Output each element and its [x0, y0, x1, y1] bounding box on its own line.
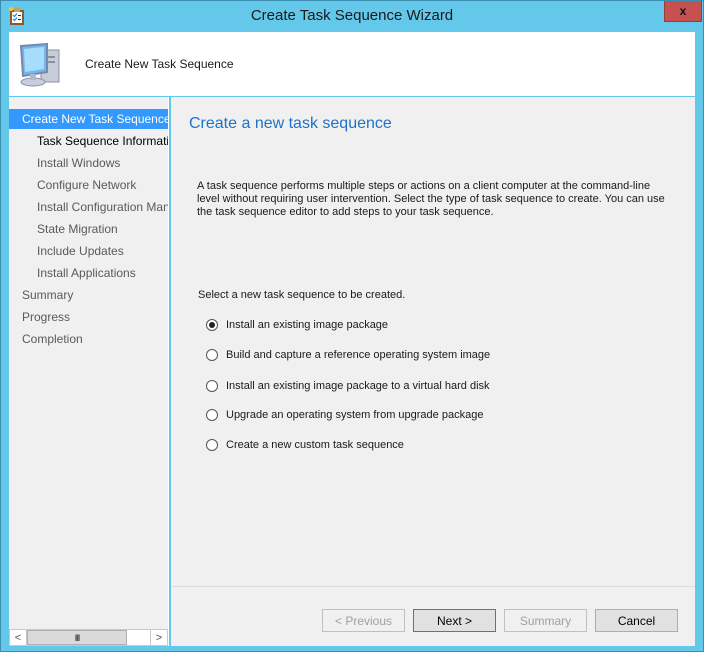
nav-step-item[interactable]: Install Configuration Manager — [9, 197, 168, 217]
task-type-option[interactable]: Install an existing image package — [206, 319, 388, 331]
scroll-right-button[interactable]: > — [150, 630, 167, 645]
nav-step-item[interactable]: Install Applications — [9, 263, 168, 283]
page-title: Create a new task sequence — [189, 115, 392, 132]
option-label[interactable]: Install an existing image package — [226, 319, 388, 331]
wizard-window: Create Task Sequence Wizard x Create New… — [0, 0, 704, 652]
radio-unselected-icon[interactable] — [206, 409, 218, 421]
wizard-content: Create a new task sequence A task sequen… — [171, 97, 695, 646]
nav-step-item[interactable]: Include Updates — [9, 241, 168, 261]
header-title: Create New Task Sequence — [85, 57, 234, 71]
radio-unselected-icon[interactable] — [206, 349, 218, 361]
summary-button[interactable]: Summary — [504, 609, 587, 632]
title-bar: Create Task Sequence Wizard x — [1, 1, 703, 32]
selection-prompt: Select a new task sequence to be created… — [198, 289, 406, 301]
close-icon: x — [679, 4, 687, 18]
nav-step-item[interactable]: Install Windows — [9, 153, 168, 173]
window-title: Create Task Sequence Wizard — [250, 7, 454, 24]
chevron-left-icon: < — [14, 631, 22, 644]
cancel-button[interactable]: Cancel — [595, 609, 678, 632]
previous-button[interactable]: < Previous — [322, 609, 405, 632]
task-type-option[interactable]: Build and capture a reference operating … — [206, 349, 490, 361]
option-label[interactable]: Install an existing image package to a v… — [226, 380, 490, 392]
nav-step-item[interactable]: Create New Task Sequence — [9, 109, 168, 129]
nav-step-item[interactable]: Progress — [9, 307, 168, 327]
chevron-right-icon: > — [155, 631, 163, 644]
task-type-option[interactable]: Upgrade an operating system from upgrade… — [206, 409, 483, 421]
task-type-option[interactable]: Install an existing image package to a v… — [206, 380, 490, 392]
grip-icon: III — [74, 632, 80, 643]
computer-icon — [19, 42, 60, 87]
option-label[interactable]: Create a new custom task sequence — [226, 439, 404, 451]
nav-step-item[interactable]: Configure Network — [9, 175, 168, 195]
nav-step-item[interactable]: State Migration — [9, 219, 168, 239]
horizontal-scrollbar[interactable]: < III > — [9, 629, 168, 646]
task-type-option[interactable]: Create a new custom task sequence — [206, 439, 404, 451]
description-text: A task sequence performs multiple steps … — [197, 180, 665, 218]
close-button[interactable]: x — [664, 1, 702, 22]
radio-selected-icon[interactable] — [206, 319, 218, 331]
wizard-step-nav: Create New Task Sequence Task Sequence In… — [9, 97, 169, 646]
nav-step-item[interactable]: Completion — [9, 329, 168, 349]
wizard-header: Create New Task Sequence — [9, 32, 695, 96]
nav-step-item[interactable]: Task Sequence Information — [9, 131, 168, 151]
footer-divider — [171, 586, 695, 587]
option-label[interactable]: Build and capture a reference operating … — [226, 349, 490, 361]
next-button[interactable]: Next > — [413, 609, 496, 632]
nav-step-item[interactable]: Summary — [9, 285, 168, 305]
scroll-left-button[interactable]: < — [10, 630, 27, 645]
scrollbar-thumb[interactable]: III — [27, 630, 127, 645]
radio-unselected-icon[interactable] — [206, 439, 218, 451]
radio-unselected-icon[interactable] — [206, 380, 218, 392]
radio-dot-icon — [209, 322, 215, 328]
option-label[interactable]: Upgrade an operating system from upgrade… — [226, 409, 483, 421]
